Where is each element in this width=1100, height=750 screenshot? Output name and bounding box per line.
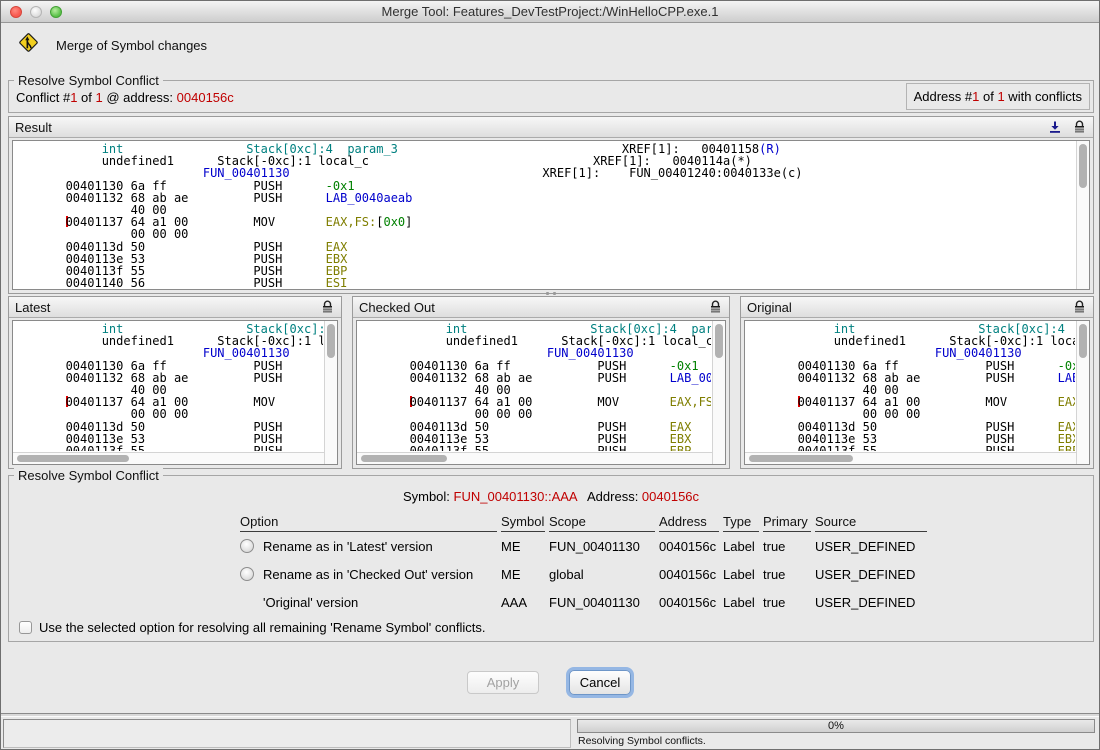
column-header-source: Source (815, 514, 927, 532)
original-listing[interactable]: int Stack[0xc]:4 param_3 XREF[1]: 004011… (747, 323, 1075, 451)
goto-cursor-icon[interactable] (1047, 119, 1063, 135)
conflict-options-table: Option Symbol Scope Address Type Primary… (240, 514, 927, 616)
option-radio[interactable] (240, 539, 254, 553)
column-header-primary: Primary (763, 514, 811, 532)
original-listing-body: int Stack[0xc]:4 param_3 XREF[1]: 004011… (744, 320, 1090, 465)
result-listing[interactable]: int Stack[0xc]:4 param_3 XREF[1]: 004011… (15, 143, 1075, 288)
progress-area: 0% Resolving Symbol conflicts. (575, 719, 1097, 748)
checked-out-panel: Checked Out int Stack[0xc]:4 param_3 XRE… (352, 296, 730, 469)
latest-listing[interactable]: int Stack[0xc]:4 param_3 XREF[1]: 004011… (15, 323, 323, 451)
table-cell-primary: true (763, 560, 811, 588)
column-header-option: Option (240, 514, 497, 532)
listing-line: 00401132 68 ab ae PUSH LAB_0040aeab (15, 192, 1075, 204)
column-header-address: Address (659, 514, 719, 532)
table-cell-address: 0040156c (659, 532, 719, 560)
checked-out-panel-header: Checked Out (353, 297, 729, 318)
group-legend: Resolve Symbol Conflict (14, 468, 163, 483)
option-cell: 'Original' version (240, 588, 497, 616)
result-panel: Result int (8, 116, 1094, 294)
lock-icon[interactable] (1071, 299, 1087, 315)
cancel-button[interactable]: Cancel (569, 670, 631, 695)
option-label: Rename as in 'Latest' version (263, 539, 433, 554)
horizontal-scrollbar[interactable] (13, 452, 324, 464)
vertical-scrollbar[interactable] (1076, 141, 1089, 289)
table-cell-address: 0040156c (659, 560, 719, 588)
page-title: Merge of Symbol changes (56, 38, 207, 53)
panel-title: Original (747, 300, 792, 315)
table-cell-primary: true (763, 588, 811, 616)
latest-listing-body: int Stack[0xc]:4 param_3 XREF[1]: 004011… (12, 320, 338, 465)
symbol-value: FUN_00401130::AAA (454, 489, 577, 504)
option-cell[interactable]: Rename as in 'Checked Out' version (240, 560, 497, 588)
lock-icon[interactable] (1071, 119, 1087, 135)
result-listing-body: int Stack[0xc]:4 param_3 XREF[1]: 004011… (12, 140, 1090, 290)
original-panel-header: Original (741, 297, 1093, 318)
latest-panel: Latest int Stack[0xc]:4 param_3 XREF[1]:… (8, 296, 342, 469)
original-panel: Original int Stack[0xc]:4 param_3 XREF[1… (740, 296, 1094, 469)
group-legend: Resolve Symbol Conflict (14, 73, 163, 88)
progress-bar: 0% (577, 719, 1095, 733)
table-cell-scope: FUN_00401130 (549, 588, 655, 616)
checked-out-listing[interactable]: int Stack[0xc]:4 param_3 XREF[1]: 004011… (359, 323, 711, 451)
horizontal-scrollbar[interactable] (357, 452, 712, 464)
merge-sign-icon (17, 31, 40, 59)
status-divider (1, 713, 1099, 717)
vertical-scrollbar[interactable] (712, 321, 725, 464)
table-cell-scope: global (549, 560, 655, 588)
apply-to-all-checkbox[interactable] (19, 621, 32, 634)
table-cell-type: Label (723, 532, 759, 560)
panel-title: Checked Out (359, 300, 435, 315)
merge-tool-window: Merge Tool: Features_DevTestProject:/Win… (0, 0, 1100, 750)
option-radio[interactable] (240, 567, 254, 581)
table-cell-type: Label (723, 588, 759, 616)
table-cell-type: Label (723, 560, 759, 588)
resolve-options-group: Resolve Symbol Conflict Symbol: FUN_0040… (8, 475, 1094, 642)
status-message-area (3, 719, 571, 748)
table-cell-source: USER_DEFINED (815, 560, 927, 588)
horizontal-scrollbar[interactable] (745, 452, 1076, 464)
address-value: 0040156c (642, 489, 699, 504)
apply-button[interactable]: Apply (467, 671, 539, 694)
panel-title: Result (15, 120, 52, 135)
option-label: Rename as in 'Checked Out' version (263, 567, 473, 582)
table-cell-symbol: ME (501, 532, 545, 560)
listing-line: 0040113f 55 PUSH EBP (15, 445, 323, 451)
option-label: 'Original' version (263, 595, 358, 610)
table-cell-scope: FUN_00401130 (549, 532, 655, 560)
table-cell-source: USER_DEFINED (815, 532, 927, 560)
symbol-address-line: Symbol: FUN_00401130::AAA Address: 00401… (9, 489, 1093, 504)
table-cell-symbol: AAA (501, 588, 545, 616)
result-panel-header: Result (9, 117, 1093, 138)
lock-icon[interactable] (319, 299, 335, 315)
address-counter: Address #1 of 1 with conflicts (906, 83, 1090, 110)
title-bar: Merge Tool: Features_DevTestProject:/Win… (1, 1, 1099, 23)
apply-to-all-label: Use the selected option for resolving al… (39, 620, 485, 635)
lock-icon[interactable] (707, 299, 723, 315)
apply-to-all-row: Use the selected option for resolving al… (19, 620, 485, 635)
table-cell-source: USER_DEFINED (815, 588, 927, 616)
column-header-symbol: Symbol (501, 514, 545, 532)
splitter-handle[interactable] (344, 379, 349, 391)
table-cell-symbol: ME (501, 560, 545, 588)
panel-title: Latest (15, 300, 50, 315)
conflict-info-group: Resolve Symbol Conflict Conflict #1 of 1… (8, 80, 1094, 113)
option-cell[interactable]: Rename as in 'Latest' version (240, 532, 497, 560)
listing-line: 00401140 56 PUSH ESI (15, 277, 1075, 288)
progress-message: Resolving Symbol conflicts. (578, 735, 706, 747)
checked-out-listing-body: int Stack[0xc]:4 param_3 XREF[1]: 004011… (356, 320, 726, 465)
listing-line: 0040113f 55 PUSH EBP (747, 445, 1075, 451)
column-header-scope: Scope (549, 514, 655, 532)
window-title: Merge Tool: Features_DevTestProject:/Win… (1, 4, 1099, 19)
vertical-scrollbar[interactable] (1076, 321, 1089, 464)
splitter-handle[interactable] (732, 379, 737, 391)
conflict-counter: Conflict #1 of 1 @ address: 0040156c (16, 90, 234, 105)
table-cell-primary: true (763, 532, 811, 560)
column-header-type: Type (723, 514, 759, 532)
table-cell-address: 0040156c (659, 588, 719, 616)
latest-panel-header: Latest (9, 297, 341, 318)
listing-line: 0040113f 55 PUSH EBP (359, 445, 711, 451)
vertical-scrollbar[interactable] (324, 321, 337, 464)
